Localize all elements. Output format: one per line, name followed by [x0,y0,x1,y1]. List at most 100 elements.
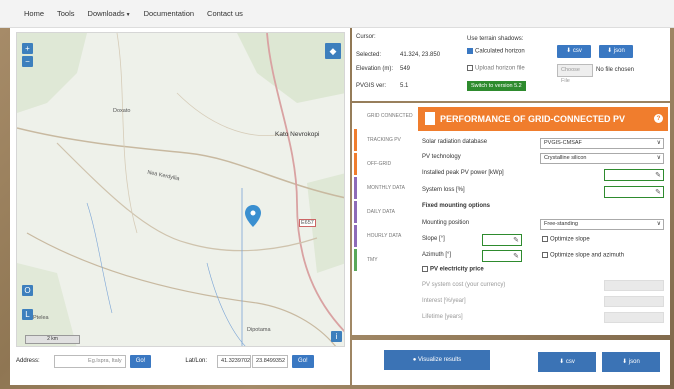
pencil-icon: ✎ [655,172,661,179]
interest-input[interactable] [604,296,664,307]
pvgis-value: 5.1 [400,83,409,89]
info-panel: Cursor: Selected: 41.324, 23.850 Elevati… [352,28,670,101]
slope-input[interactable]: ✎ [482,234,522,246]
chevron-down-icon: ∨ [656,221,661,227]
lon-input[interactable]: 23.8499352 [252,354,289,368]
tab-tmy[interactable]: TMY [354,249,414,271]
visualize-label: Visualize results [418,357,462,363]
fixed-mounting-heading: Fixed mounting options [422,203,490,209]
interest-label: Interest [%/year] [422,298,466,304]
nav-downloads[interactable]: Downloads▼ [88,9,131,18]
tab-tracking-pv[interactable]: TRACKING PV [354,129,414,151]
tool-tabs: GRID CONNECTED TRACKING PV OFF-GRID MONT… [352,103,416,335]
switch-version-button[interactable]: Switch to version 5.2 [467,81,526,91]
calc-horizon-option[interactable]: Calculated horizon [467,48,525,55]
map-scale: 2 km [25,335,80,344]
results-csv-label: csv [565,359,575,365]
tab-monthly-data[interactable]: MONTHLY DATA [354,177,414,199]
tab-grid-connected[interactable]: GRID CONNECTED [354,105,414,127]
checkbox-icon [467,65,473,71]
optimize-slope-option[interactable]: Optimize slope [542,236,590,243]
choose-file-button[interactable]: Choose File [557,64,593,84]
top-nav: Home Tools Downloads▼ Documentation Cont… [0,0,674,28]
mounting-label: Mounting position [422,220,470,226]
nav-home[interactable]: Home [24,9,44,18]
elevation-value: 549 [400,66,411,72]
checkbox-checked-icon [467,48,473,54]
results-json-button[interactable]: ⬇ json [602,352,660,372]
tab-hourly-data[interactable]: HOURLY DATA [354,225,414,247]
info-icon[interactable]: i [331,331,342,342]
address-row: Address: Eg.Ispra, Italy Go! Lat/Lon: 41… [16,353,345,369]
peak-power-input[interactable]: ✎ [604,169,664,181]
latlon-go-button[interactable]: Go! [292,354,314,368]
download-icon: ⬇ [622,359,628,365]
document-icon [425,112,435,125]
solar-db-select[interactable]: PVGIS-CMSAF ∨ [540,138,664,149]
results-json-label: json [628,359,640,365]
horizon-csv-label: csv [572,48,582,54]
pv-price-option[interactable]: PV electricity price [422,266,484,273]
zoom-out-button[interactable]: − [22,56,33,67]
map-o-button[interactable]: O [22,285,33,296]
no-file-label: No file chosen [596,67,635,73]
selected-value: 41.324, 23.850 [400,52,441,58]
azimuth-label: Azimuth [°] [422,252,452,258]
calc-horizon-label: Calculated horizon [475,48,525,55]
horizon-csv-button[interactable]: ⬇ csv [557,45,591,58]
results-panel: ● Visualize results ⬇ csv ⬇ json [352,340,670,385]
lat-input[interactable]: 41.3239702 [217,354,252,368]
system-loss-input[interactable]: ✎ [604,186,664,198]
lifetime-label: Lifetime [years] [422,314,463,320]
pv-tech-select[interactable]: Crystalline silicon ∨ [540,153,664,164]
results-csv-button[interactable]: ⬇ csv [538,352,596,372]
layers-icon[interactable]: ◆ [325,43,341,59]
nav-downloads-label: Downloads [87,9,125,18]
tab-daily-data[interactable]: DAILY DATA [354,201,414,223]
optimize-both-label: Optimize slope and azimuth [550,252,625,259]
zoom-in-button[interactable]: + [22,43,33,54]
map-view[interactable]: Doxato Kato Nevrokopi Nea Kerdyllia E657… [16,32,345,347]
checkbox-icon [542,252,548,258]
tool-header: PERFORMANCE OF GRID-CONNECTED PV ? [418,107,668,131]
nav-contact[interactable]: Contact us [207,9,243,18]
mounting-select[interactable]: Free-standing ∨ [540,219,664,230]
upload-horizon-option[interactable]: Upload horizon file [467,65,525,72]
map-label: Doxato [113,108,131,114]
lifetime-input[interactable] [604,312,664,323]
selected-label: Selected: [356,52,382,58]
horizon-json-button[interactable]: ⬇ json [599,45,633,58]
address-input[interactable]: Eg.Ispra, Italy [53,354,126,368]
map-label: E657 [299,219,316,227]
map-l-button[interactable]: L [22,309,33,320]
pv-cost-input[interactable] [604,280,664,291]
chevron-down-icon: ∨ [656,155,661,161]
elevation-label: Elevation (m): [356,66,394,72]
pvgis-label: PVGIS ver: [356,83,387,89]
map-label: Ptelea [33,315,49,321]
optimize-both-option[interactable]: Optimize slope and azimuth [542,252,624,259]
pv-tech-value: Crystalline silicon [544,155,587,161]
download-icon: ⬇ [566,48,572,54]
azimuth-input[interactable]: ✎ [482,250,522,262]
download-icon: ⬇ [607,48,613,54]
map-label: Kato Nevrokopi [275,131,320,138]
checkbox-icon [422,266,428,272]
horizon-json-label: json [613,48,625,54]
pencil-icon: ✎ [655,189,661,196]
peak-power-label: Installed peak PV power [kWp] [422,170,504,176]
map-panel: Doxato Kato Nevrokopi Nea Kerdyllia E657… [10,28,350,385]
chevron-down-icon: ∨ [656,140,661,146]
address-go-button[interactable]: Go! [129,354,152,368]
nav-tools[interactable]: Tools [57,9,75,18]
help-button[interactable]: ? [654,114,663,123]
optimize-slope-label: Optimize slope [550,236,590,243]
cursor-label: Cursor: [356,34,376,40]
pv-price-label: PV electricity price [430,266,484,273]
nav-documentation[interactable]: Documentation [144,9,194,18]
visualize-results-button[interactable]: ● Visualize results [384,350,490,370]
tab-off-grid[interactable]: OFF-GRID [354,153,414,175]
upload-horizon-label: Upload horizon file [475,65,525,72]
chart-icon: ● [412,357,417,363]
slope-label: Slope [°] [422,236,445,242]
